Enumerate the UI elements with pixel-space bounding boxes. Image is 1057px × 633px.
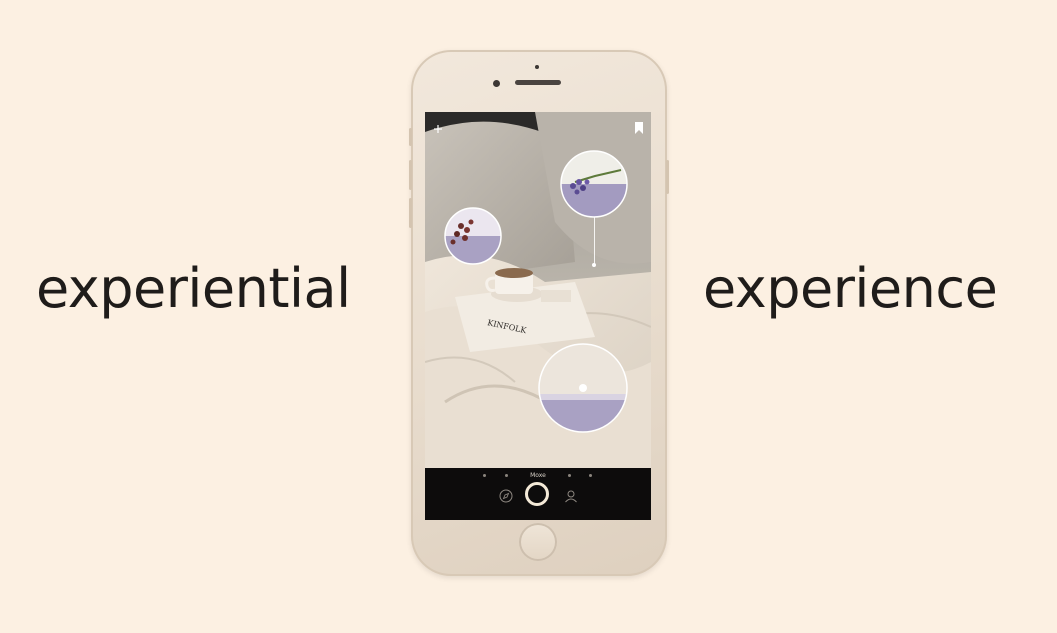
proximity-sensor-icon (535, 65, 539, 69)
volume-down-button (409, 198, 412, 228)
earpiece-speaker (515, 80, 561, 85)
mode-dot (568, 474, 571, 477)
headline-left-word: experiential (36, 257, 351, 320)
mode-dot (589, 474, 592, 477)
plus-icon[interactable] (433, 119, 443, 138)
active-mode-label[interactable]: Moxe (425, 472, 651, 479)
phone-mockup: KINFOLK Moxe (409, 50, 669, 576)
profile-icon[interactable] (564, 488, 578, 503)
mute-switch (409, 128, 412, 146)
bookmark-icon[interactable] (634, 119, 644, 138)
power-button (666, 160, 669, 194)
hotspot-connector (594, 217, 595, 265)
hotspot-marker[interactable] (592, 263, 596, 267)
front-camera-icon (493, 80, 500, 87)
app-screen: KINFOLK Moxe (425, 112, 651, 520)
bottom-tab-bar: Moxe (425, 468, 651, 520)
bedroom-photo: KINFOLK (425, 112, 651, 468)
slide: experiential experience KINFOLK Moxe (0, 0, 1057, 633)
headline-right-word: experience (703, 257, 998, 320)
compass-icon[interactable] (499, 488, 513, 503)
capture-button[interactable] (525, 482, 549, 506)
volume-up-button (409, 160, 412, 190)
home-button[interactable] (519, 523, 557, 561)
bedroom-scene-image: KINFOLK (425, 112, 651, 468)
